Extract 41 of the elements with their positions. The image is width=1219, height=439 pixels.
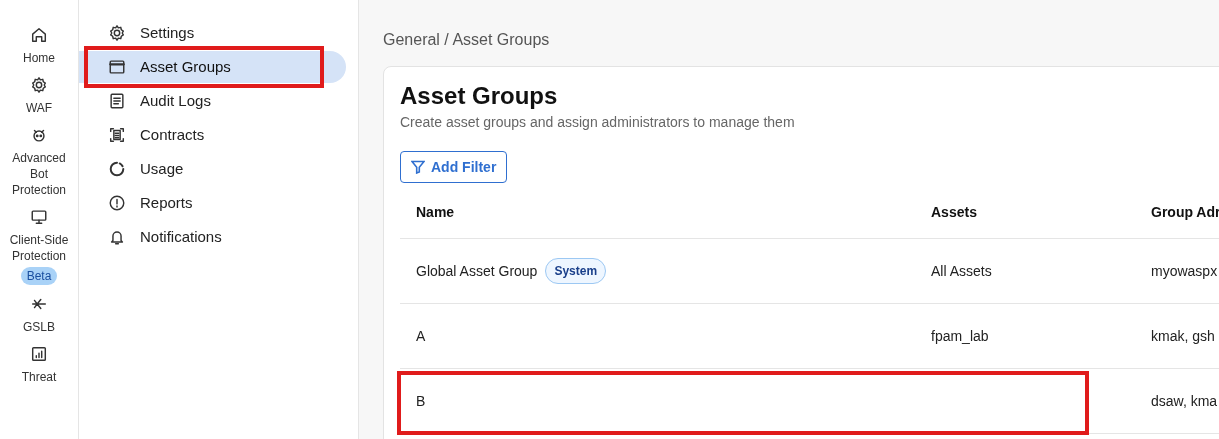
document-icon xyxy=(108,92,126,110)
breadcrumb: General / Asset Groups xyxy=(383,30,551,48)
gear-icon xyxy=(108,24,126,42)
system-tag: System xyxy=(545,258,607,284)
page-subtitle: Create asset groups and assign administrators to manage them xyxy=(400,113,796,132)
rail-item[interactable]: Threat xyxy=(21,345,57,385)
settings-menu-item[interactable]: Audit Logs xyxy=(79,85,346,117)
table-cell: fpam_lab xyxy=(931,327,989,344)
bell-icon xyxy=(108,228,126,246)
column-header: Name xyxy=(415,203,455,222)
settings-menu-item[interactable]: Asset Groups xyxy=(79,51,346,83)
rail-item[interactable]: Advanced Bot Protection xyxy=(5,126,73,198)
settings-menu-item[interactable]: Settings xyxy=(79,17,346,49)
settings-menu-item[interactable]: Notifications xyxy=(79,221,346,253)
add-filter-button[interactable]: Add Filter xyxy=(400,151,508,183)
table-cell: kmak, gsh xyxy=(1151,327,1215,344)
exclamation-circle-icon xyxy=(108,194,126,212)
table-cell-text: Global Asset Group xyxy=(416,261,538,281)
table-cell-text: A xyxy=(416,326,426,346)
table-cell-text: B xyxy=(416,391,426,411)
settings-menu-item[interactable]: Reports xyxy=(79,187,346,219)
bar-chart-icon xyxy=(30,345,48,363)
monitor-icon xyxy=(30,208,48,226)
rail-item[interactable]: Home xyxy=(23,26,55,66)
table-cell: myowaspx xyxy=(1151,262,1218,279)
table-cell: All Assets xyxy=(931,262,992,279)
filter-icon xyxy=(411,160,425,174)
home-icon xyxy=(30,26,48,44)
rail-item[interactable]: Client-Side Protection xyxy=(5,208,73,264)
window-icon xyxy=(108,58,126,76)
beta-badge: Beta xyxy=(20,267,58,285)
column-header: Assets xyxy=(930,203,977,222)
table-cell: dsaw, kma xyxy=(1151,392,1218,409)
rail-item[interactable]: WAF xyxy=(25,76,53,116)
settings-menu-item[interactable]: Usage xyxy=(79,153,346,185)
page-title: Asset Groups xyxy=(400,81,559,111)
progress-ring-icon xyxy=(108,160,126,178)
document-frame-icon xyxy=(108,126,126,144)
settings-menu-item[interactable]: Contracts xyxy=(79,119,346,151)
gear-icon xyxy=(30,76,48,94)
rail-item[interactable]: GSLB xyxy=(23,295,55,335)
